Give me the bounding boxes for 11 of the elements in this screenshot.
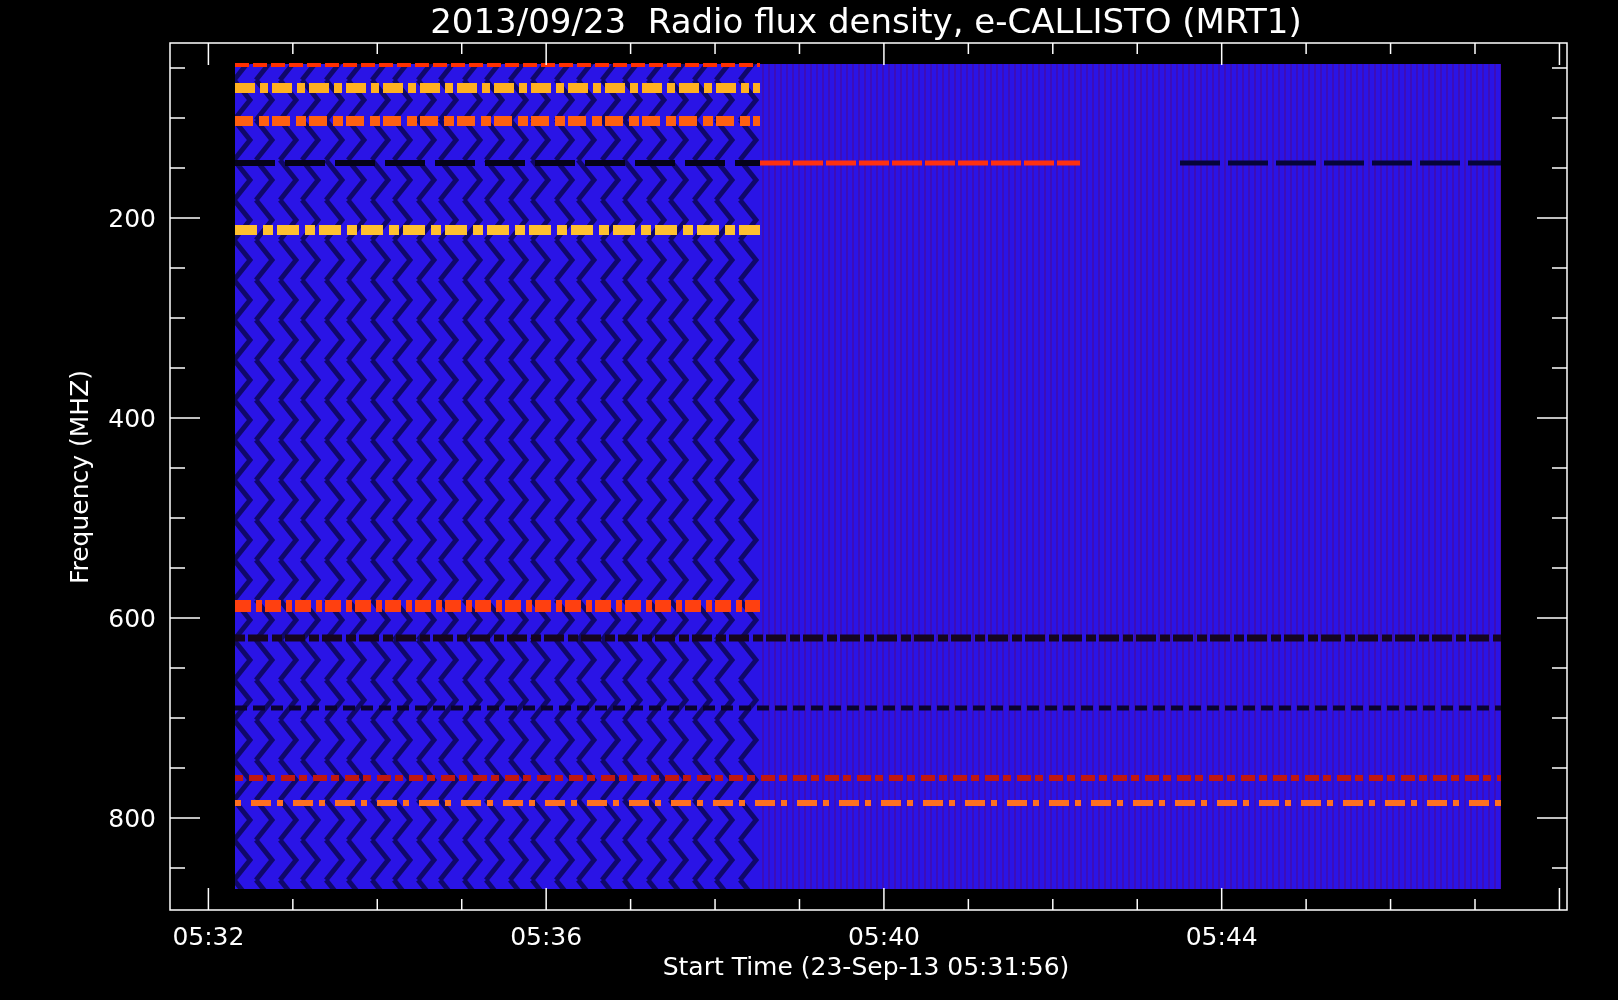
tick-label: 05:36 — [510, 922, 583, 951]
tick-label: 800 — [108, 804, 156, 833]
tick-label: 05:44 — [1185, 922, 1258, 951]
tick-label: 600 — [108, 604, 156, 633]
tick-label: 05:32 — [172, 922, 245, 951]
chart-title: 2013/09/23 Radio flux density, e-CALLISTO (MRT1) — [430, 1, 1302, 41]
axis-label: Frequency (MHZ) — [65, 369, 94, 585]
tick-label: 05:40 — [847, 922, 920, 951]
tick-label: 200 — [108, 204, 156, 233]
axis-label: Start Time (23-Sep-13 05:31:56) — [662, 952, 1070, 981]
tick-label: 400 — [108, 404, 156, 433]
